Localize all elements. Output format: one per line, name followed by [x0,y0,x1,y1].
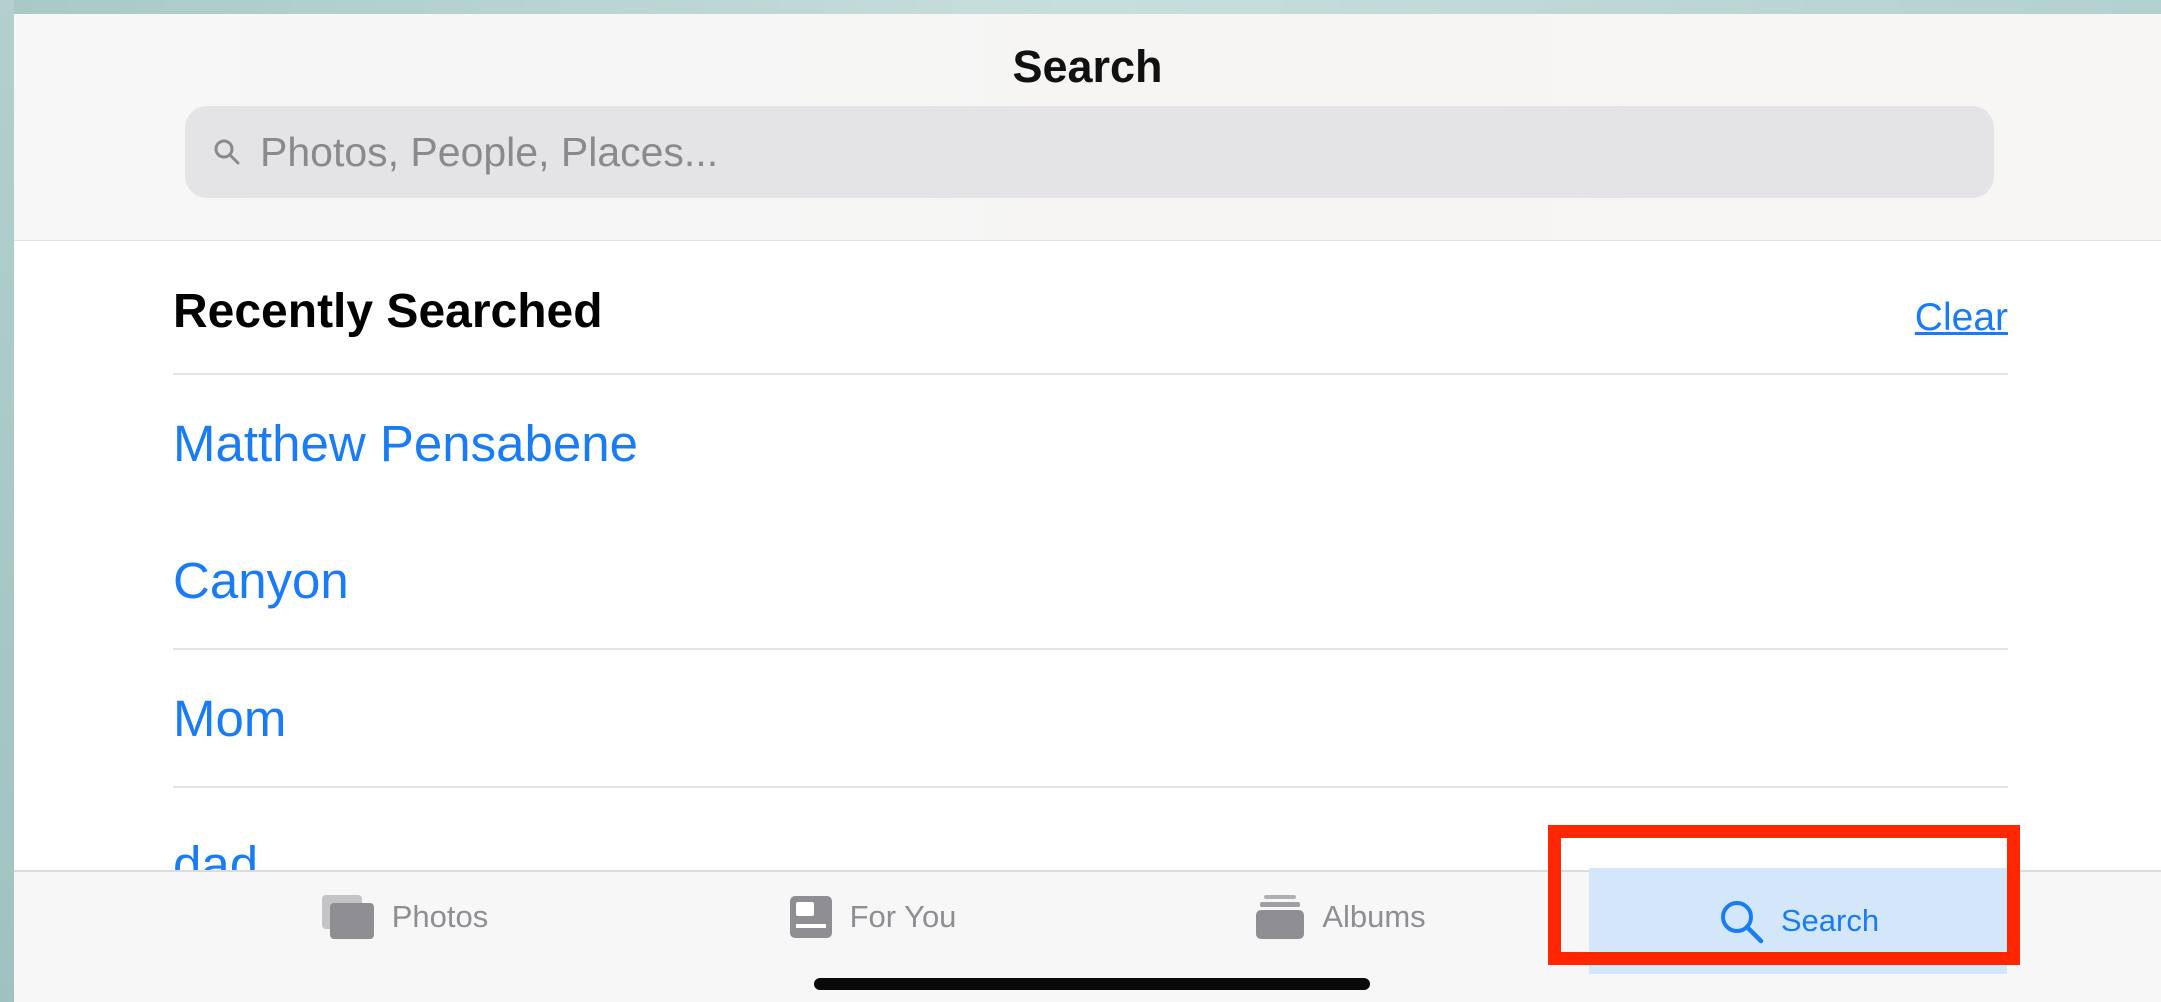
home-indicator [814,978,1370,990]
search-icon [1717,897,1765,945]
search-input[interactable] [258,127,1962,177]
navigation-bar: Search [14,14,2161,241]
photos-app-screen: Search Recently Searched Clear Matthew P… [14,14,2161,1002]
window-frame-left [0,0,14,1002]
tab-for-you[interactable]: For You [762,872,982,962]
page-title: Search [1012,41,1163,92]
recent-search-item[interactable]: Canyon [173,512,2008,650]
recent-search-item[interactable]: Mom [173,650,2008,788]
tab-albums[interactable]: Albums [1230,872,1450,962]
tab-label: For You [849,899,957,934]
photos-icon [320,893,376,941]
search-field[interactable] [185,106,1994,198]
magnifier-icon [212,134,248,170]
tab-label: Photos [391,899,489,934]
tab-label: Albums [1322,899,1426,934]
window-frame-top [0,0,2161,14]
tab-photos[interactable]: Photos [294,872,514,962]
recent-search-list: Matthew Pensabene Canyon Mom dad [173,374,2008,898]
for-you-icon [788,894,834,940]
clear-button[interactable]: Clear [1915,296,2008,340]
recent-search-item[interactable]: Matthew Pensabene [173,374,2008,512]
tab-label: Search [1780,903,1880,938]
albums-icon [1254,893,1306,941]
tab-search[interactable]: Search [1589,868,2007,974]
recently-searched-header: Recently Searched Clear [173,272,2008,375]
section-title: Recently Searched [173,285,603,338]
